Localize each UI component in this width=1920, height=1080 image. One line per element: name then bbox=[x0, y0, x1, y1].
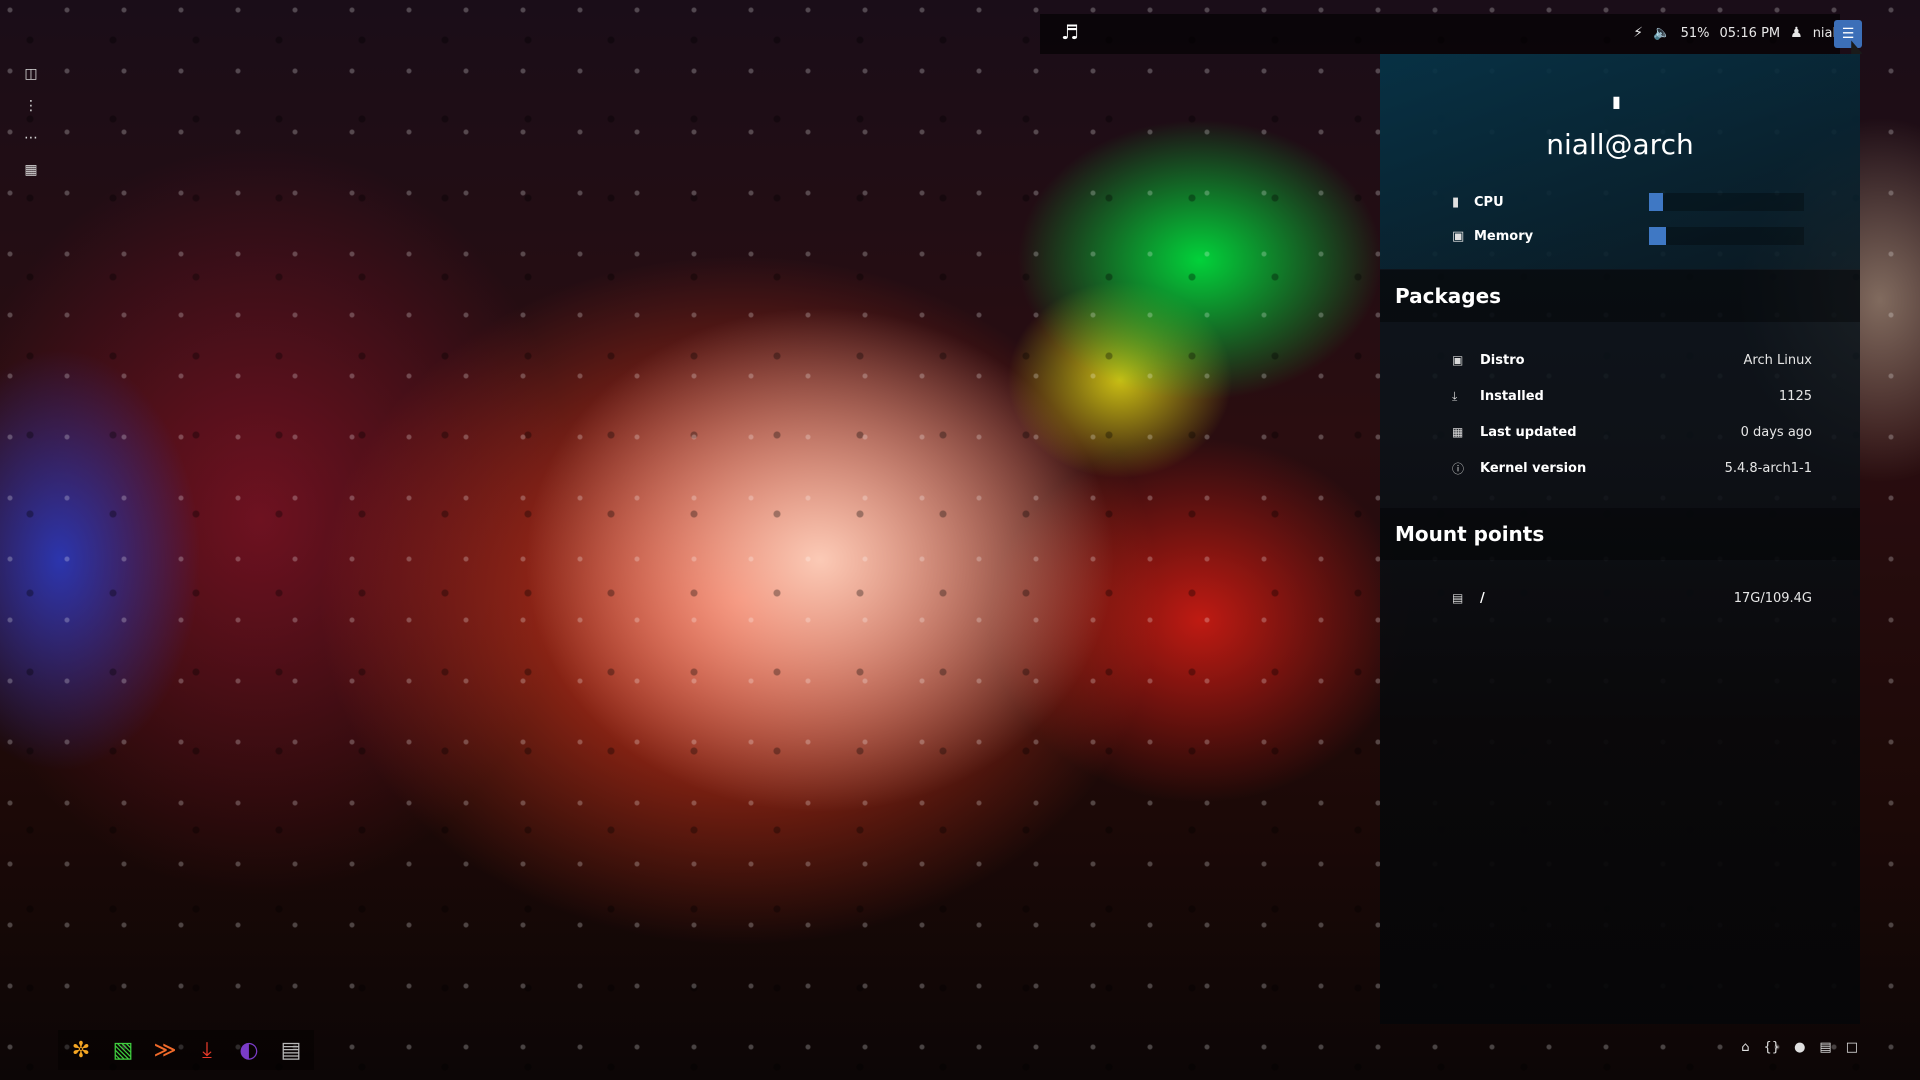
monitor-icon: ▣ bbox=[1452, 228, 1465, 244]
info-value: 17G/109.4G bbox=[1733, 590, 1812, 606]
info-value: 1125 bbox=[1778, 388, 1812, 404]
info-row-kernel: ⓘ Kernel version 5.4.8-arch1-1 bbox=[1452, 458, 1812, 478]
left-dock: ◫ ⋮ ⋯ ▦ bbox=[20, 64, 42, 180]
volume-level[interactable]: 51% bbox=[1681, 26, 1710, 41]
clock[interactable]: 05:16 PM bbox=[1719, 26, 1780, 41]
info-value: Arch Linux bbox=[1743, 352, 1813, 368]
system-info-panel: ▮ niall@arch ▮ CPU ▣ Memory Packages ▣ D… bbox=[1380, 54, 1860, 1024]
info-label: Distro bbox=[1480, 352, 1525, 368]
section-title: Mount points bbox=[1395, 522, 1545, 546]
battery-icon[interactable]: ⚡ bbox=[1633, 25, 1643, 41]
system-tray: ⚡ 🔈 51% 05:16 PM ♟ niall ⚲ bbox=[1633, 20, 1860, 46]
info-icon: ⓘ bbox=[1452, 461, 1465, 476]
stat-label: Memory bbox=[1474, 228, 1534, 244]
panel-header: ▮ niall@arch ▮ CPU ▣ Memory bbox=[1380, 54, 1860, 269]
stat-row-memory: ▣ Memory bbox=[1452, 226, 1812, 246]
grid-icon[interactable]: ▦ bbox=[24, 160, 37, 180]
info-label: / bbox=[1480, 590, 1485, 606]
storage-icon[interactable]: ▤ bbox=[1819, 1040, 1831, 1055]
memory-meter bbox=[1649, 227, 1804, 245]
file-icon[interactable]: ◫ bbox=[24, 64, 37, 84]
cpu-meter-fill bbox=[1649, 193, 1663, 211]
monitor-icon: ▣ bbox=[1452, 353, 1464, 367]
tor-browser-icon[interactable]: ◐ bbox=[232, 1033, 266, 1067]
kebab-vertical-icon[interactable]: ⋮ bbox=[24, 96, 38, 116]
stat-row-cpu: ▮ CPU bbox=[1452, 192, 1812, 212]
section-title: Packages bbox=[1395, 284, 1502, 308]
file-icon: ▮ bbox=[1452, 194, 1460, 210]
user-icon[interactable]: ♟ bbox=[1790, 25, 1803, 41]
file-icon: ▮ bbox=[1612, 92, 1621, 111]
stat-label: CPU bbox=[1474, 194, 1504, 210]
braces-icon[interactable]: {} bbox=[1764, 1040, 1781, 1055]
info-label: Installed bbox=[1480, 388, 1544, 404]
info-row-last-updated: ▦ Last updated 0 days ago bbox=[1452, 422, 1812, 442]
cpu-meter bbox=[1649, 193, 1804, 211]
info-row-mount-root: ▤ / 17G/109.4G bbox=[1452, 588, 1812, 608]
disk-utility-icon[interactable]: ▤ bbox=[274, 1033, 308, 1067]
info-label: Kernel version bbox=[1480, 460, 1587, 476]
app-dock: ✼ ▧ ≫ ⤓ ◐ ▤ bbox=[58, 1030, 314, 1070]
info-value: 0 days ago bbox=[1740, 424, 1812, 440]
calendar-icon: ▦ bbox=[1452, 425, 1464, 439]
info-row-distro: ▣ Distro Arch Linux bbox=[1452, 350, 1812, 370]
packages-section-header: Packages bbox=[1380, 270, 1860, 322]
download-icon: ⤓ bbox=[1452, 388, 1458, 403]
info-label: Last updated bbox=[1480, 424, 1577, 440]
drive-icon: ▤ bbox=[1452, 591, 1464, 605]
terminal-icon[interactable]: ≫ bbox=[148, 1033, 182, 1067]
memory-meter-fill bbox=[1649, 227, 1667, 245]
info-row-installed: ⤓ Installed 1125 bbox=[1452, 386, 1812, 406]
info-value: 5.4.8-arch1-1 bbox=[1724, 460, 1812, 476]
panel-title: niall@arch bbox=[1546, 128, 1694, 161]
downloader-icon[interactable]: ⤓ bbox=[190, 1033, 224, 1067]
chat-icon[interactable]: □ bbox=[1846, 1040, 1858, 1055]
file-manager-icon[interactable]: ▧ bbox=[106, 1033, 140, 1067]
mounts-section-header: Mount points bbox=[1380, 508, 1860, 560]
bottom-tray: ⌂ {} ● ▤ □ bbox=[1741, 1040, 1858, 1055]
home-icon[interactable]: ⌂ bbox=[1741, 1040, 1749, 1055]
firefox-icon[interactable]: ✼ bbox=[64, 1033, 98, 1067]
music-note-icon[interactable]: ♬ bbox=[1061, 20, 1079, 44]
volume-icon[interactable]: 🔈 bbox=[1653, 25, 1670, 41]
ellipsis-icon[interactable]: ⋯ bbox=[24, 128, 38, 148]
globe-icon[interactable]: ● bbox=[1794, 1040, 1805, 1055]
